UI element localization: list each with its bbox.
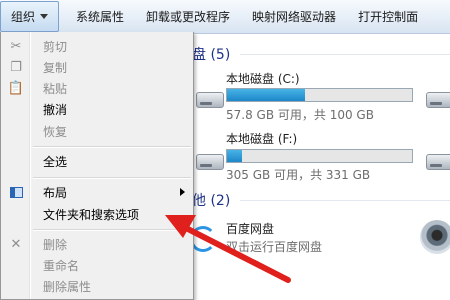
baidu-netdisk-description: 双击运行百度网盘 <box>226 240 323 254</box>
open-control-panel-button[interactable]: 打开控制面 <box>347 0 429 33</box>
menu-item-folder-options-label: 文件夹和搜索选项 <box>43 207 140 222</box>
webcam-icon[interactable] <box>420 220 450 254</box>
hard-drive-icon[interactable] <box>196 154 224 170</box>
menu-item-copy-label: 复制 <box>43 60 68 75</box>
hard-drive-icon[interactable] <box>426 154 450 170</box>
hard-drive-icon[interactable] <box>196 92 224 108</box>
menu-item-remove-properties[interactable]: 删除属性 <box>1 275 193 297</box>
organize-menu: ✂ 剪切 ❐ 复制 📋 粘贴 撤消 恢复 全选 布局 文件夹和搜索选项 ✕ 删除… <box>0 32 194 300</box>
layout-pane-icon <box>8 184 24 200</box>
menu-item-cut-label: 剪切 <box>43 39 68 54</box>
command-toolbar: 组织 系统属性 卸载或更改程序 映射网络驱动器 打开控制面 <box>0 0 450 34</box>
map-network-drive-button[interactable]: 映射网络驱动器 <box>241 0 347 33</box>
menu-item-paste[interactable]: 📋 粘贴 <box>1 77 193 99</box>
drive-f-usage-fill <box>227 150 242 162</box>
menu-item-undo-label: 撤消 <box>43 102 68 117</box>
hard-drive-icon[interactable] <box>426 92 450 108</box>
drive-f-usage-bar <box>226 149 413 163</box>
other-devices-header: 他 (2) <box>192 193 231 209</box>
drive-f-name[interactable]: 本地磁盘 (F:) <box>226 130 297 147</box>
scissors-icon: ✂ <box>10 38 22 54</box>
menu-item-delete-label: 删除 <box>43 237 68 252</box>
uninstall-program-label: 卸载或更改程序 <box>146 10 231 24</box>
section-divider <box>240 200 450 201</box>
organize-label: 组织 <box>11 10 36 24</box>
menu-separator <box>33 177 191 179</box>
menu-item-select-all[interactable]: 全选 <box>1 150 193 172</box>
menu-item-cut[interactable]: ✂ 剪切 <box>1 35 193 57</box>
delete-x-icon: ✕ <box>10 236 22 252</box>
drive-c-size: 57.8 GB 可用，共 100 GB <box>226 108 374 122</box>
menu-item-select-all-label: 全选 <box>43 154 68 169</box>
section-divider <box>240 54 450 55</box>
system-properties-button[interactable]: 系统属性 <box>65 0 135 33</box>
menu-item-redo-label: 恢复 <box>43 124 68 139</box>
menu-item-undo[interactable]: 撤消 <box>1 98 193 120</box>
menu-separator <box>33 146 191 148</box>
menu-item-layout[interactable]: 布局 <box>1 181 193 203</box>
baidu-netdisk-name[interactable]: 百度网盘 <box>226 220 274 237</box>
drive-c-name[interactable]: 本地磁盘 (C:) <box>226 70 300 87</box>
hard-drives-header: 盘 (5) <box>192 47 231 63</box>
menu-item-layout-label: 布局 <box>43 185 68 200</box>
menu-item-rename[interactable]: 重命名 <box>1 254 193 276</box>
submenu-arrow-icon <box>180 188 185 196</box>
menu-item-paste-label: 粘贴 <box>43 81 68 96</box>
drive-c-usage-fill <box>227 89 305 101</box>
menu-item-folder-options[interactable]: 文件夹和搜索选项 <box>1 203 193 225</box>
copy-icon: ❐ <box>10 59 22 75</box>
menu-item-copy[interactable]: ❐ 复制 <box>1 56 193 78</box>
menu-item-rename-label: 重命名 <box>43 258 80 273</box>
map-network-drive-label: 映射网络驱动器 <box>252 10 337 24</box>
chevron-down-icon <box>40 14 49 19</box>
uninstall-program-button[interactable]: 卸载或更改程序 <box>135 0 241 33</box>
drive-f-size: 305 GB 可用，共 331 GB <box>226 168 371 182</box>
clipboard-icon: 📋 <box>7 80 25 96</box>
organize-button[interactable]: 组织 <box>0 1 60 32</box>
menu-item-redo[interactable]: 恢复 <box>1 120 193 142</box>
menu-separator <box>33 229 191 231</box>
drive-c-usage-bar <box>226 88 413 102</box>
menu-item-remove-properties-label: 删除属性 <box>43 279 92 294</box>
system-properties-label: 系统属性 <box>76 10 125 24</box>
menu-item-delete[interactable]: ✕ 删除 <box>1 233 193 255</box>
open-control-panel-label: 打开控制面 <box>358 10 419 24</box>
